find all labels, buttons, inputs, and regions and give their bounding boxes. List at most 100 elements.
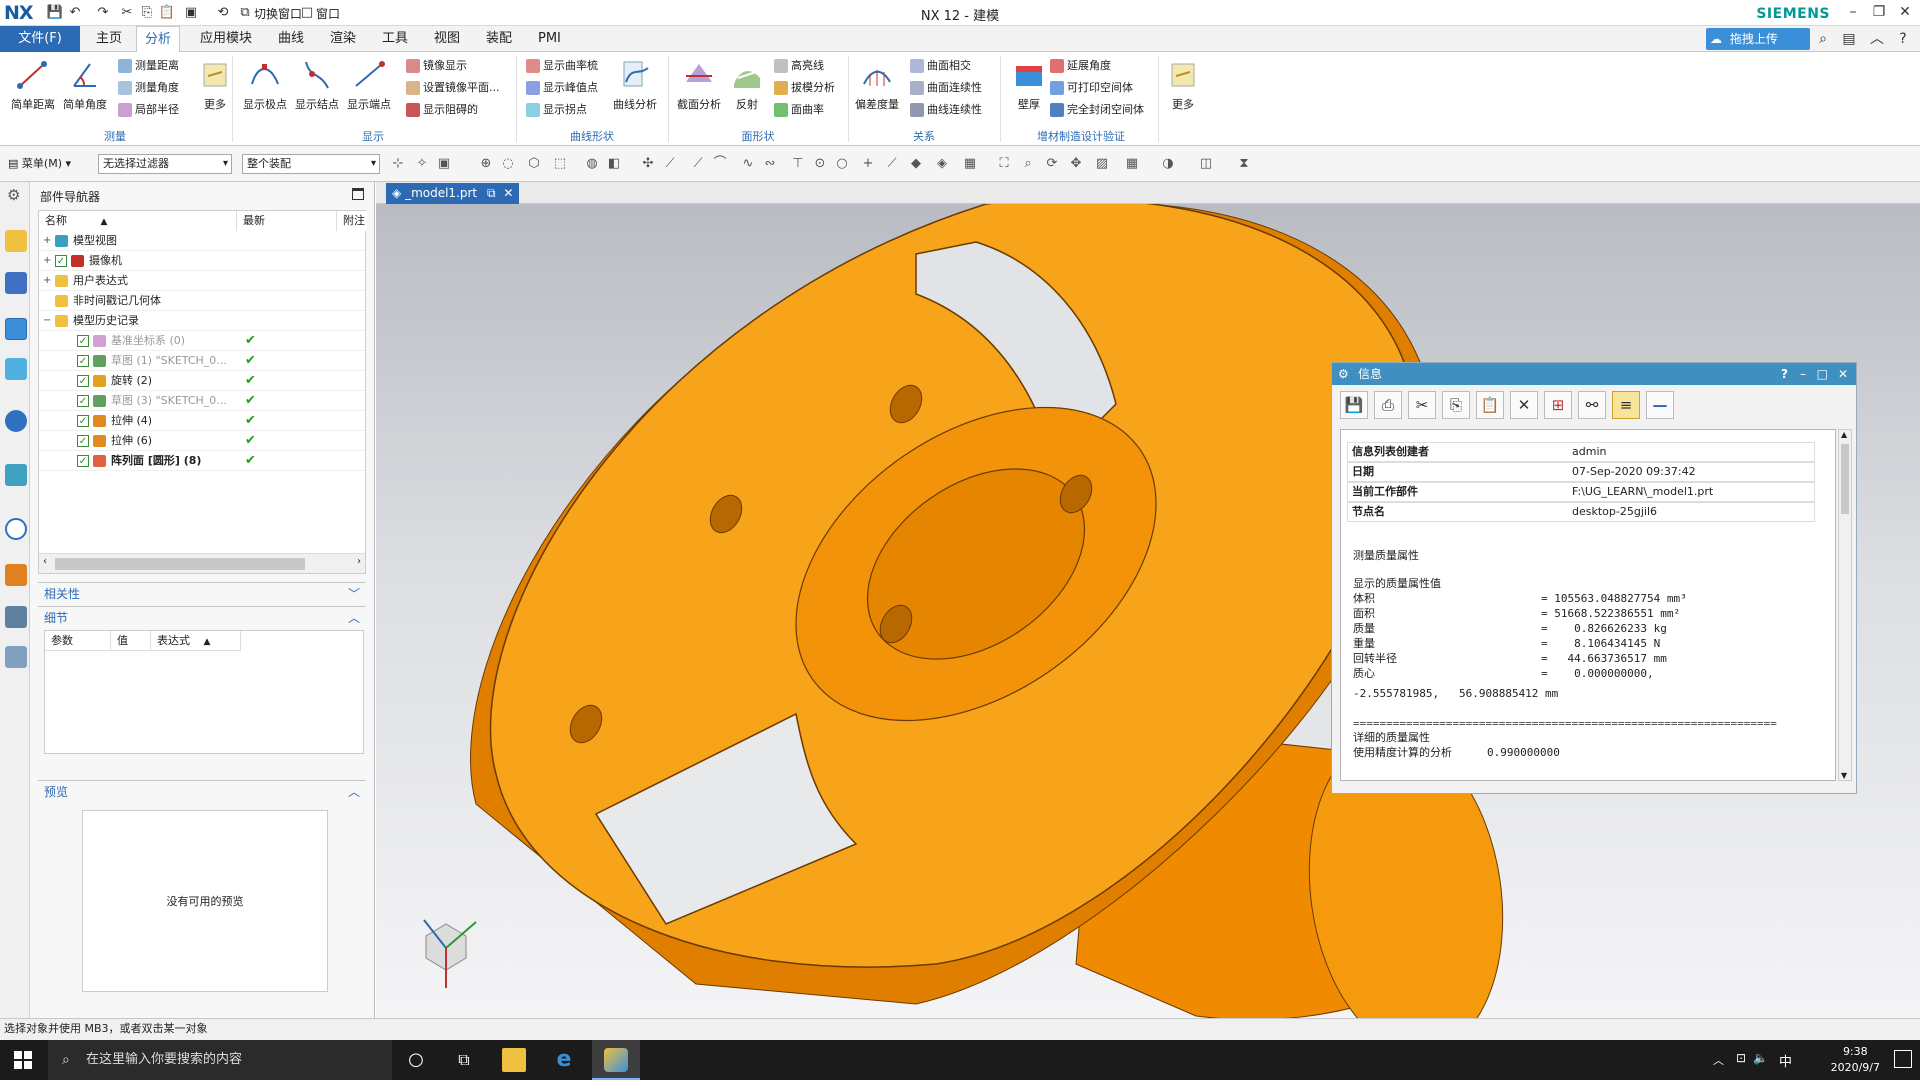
show-knots-button[interactable]: 显示结点: [294, 58, 340, 112]
web-browser-icon[interactable]: [5, 464, 27, 486]
column-value[interactable]: 值: [111, 631, 151, 651]
zoom-icon[interactable]: ⌕: [1020, 156, 1036, 172]
snap-point-icon[interactable]: ⊕: [478, 156, 494, 172]
show-ends-button[interactable]: 显示端点: [346, 58, 392, 112]
network-icon[interactable]: ⊡: [1736, 1051, 1746, 1065]
copy-icon[interactable]: ⎘: [1442, 391, 1470, 419]
rectangle-select-icon[interactable]: ▣: [436, 156, 452, 172]
highlight-lines-button[interactable]: 高亮线: [774, 56, 824, 76]
snap-curve-icon[interactable]: ⌒: [712, 156, 728, 172]
tab-menu-icon[interactable]: ⧉: [487, 186, 496, 200]
document-tab[interactable]: ◈ _model1.prt ⧉ ✕: [386, 183, 520, 204]
window-icon[interactable]: □: [298, 4, 316, 22]
part-navigator-icon[interactable]: [5, 318, 27, 340]
file-menu[interactable]: 文件(F): [0, 26, 80, 52]
visibility-checkbox[interactable]: ✓: [55, 255, 67, 267]
expand-icon[interactable]: +: [43, 251, 53, 271]
system-materials-icon[interactable]: [5, 646, 27, 668]
draft-analysis-button[interactable]: 拔模分析: [774, 78, 835, 98]
edge-browser-icon[interactable]: e: [552, 1048, 576, 1072]
cortana-icon[interactable]: ○: [404, 1048, 428, 1072]
settings-icon[interactable]: ⚙: [7, 186, 20, 204]
window-menu-button[interactable]: 窗口: [316, 5, 340, 22]
tree-row[interactable]: − 模型历史记录: [39, 311, 365, 331]
expand-icon[interactable]: +: [43, 271, 53, 291]
lasso-icon[interactable]: ◌: [500, 156, 516, 172]
visibility-checkbox[interactable]: ✓: [77, 355, 89, 367]
save-icon[interactable]: 💾: [46, 4, 64, 22]
tab-curve[interactable]: 曲线: [270, 26, 312, 52]
rotate-view-icon[interactable]: ⟳: [1044, 156, 1060, 172]
ime-indicator[interactable]: 中: [1779, 1051, 1792, 1070]
curve-analysis-button[interactable]: 曲线分析: [612, 58, 658, 112]
overhang-angle-button[interactable]: 延展角度: [1050, 56, 1111, 76]
scroll-left-icon[interactable]: ‹: [43, 556, 47, 567]
snap-grid-icon[interactable]: ✣: [640, 156, 656, 172]
perspective-icon[interactable]: ▨: [1094, 156, 1110, 172]
scroll-right-icon[interactable]: ›: [357, 556, 361, 567]
tab-tools[interactable]: 工具: [374, 26, 416, 52]
pan-icon[interactable]: ✥: [1068, 156, 1084, 172]
simple-angle-button[interactable]: 简单角度: [62, 58, 108, 112]
notification-icon[interactable]: [1894, 1050, 1912, 1068]
info-text-area[interactable]: 信息列表创建者 admin 日期 07-Sep-2020 09:37:42 当前工作…: [1340, 429, 1836, 781]
snap-midpoint-icon[interactable]: ⟋: [690, 156, 706, 172]
dependencies-panel-header[interactable]: 相关性 ﹀: [38, 582, 366, 604]
process-studio-icon[interactable]: [5, 564, 27, 586]
minimize-icon[interactable]: –: [1800, 363, 1806, 385]
taskbar-search[interactable]: ⌕ 在这里输入你要搜索的内容: [48, 1040, 392, 1080]
collapse-ribbon-icon[interactable]: ︿: [1864, 29, 1890, 49]
tree-row[interactable]: ✓ 拉伸 (6) ✔: [39, 431, 365, 451]
selection-filter-dropdown[interactable]: 无选择过滤器: [98, 154, 232, 174]
redo-icon[interactable]: ↷: [94, 4, 112, 22]
command-search-icon[interactable]: ⌕: [1810, 29, 1836, 49]
help-icon[interactable]: ?: [1781, 363, 1788, 385]
simple-distance-button[interactable]: 简单距离: [10, 58, 56, 112]
tab-assembly[interactable]: 装配: [478, 26, 520, 52]
snap-circle-icon[interactable]: ○: [834, 156, 850, 172]
wall-thickness-button[interactable]: 壁厚: [1006, 58, 1052, 112]
repeat-command-icon[interactable]: ⟲: [214, 4, 232, 22]
select-icon[interactable]: ⊹: [390, 156, 406, 172]
details-panel-header[interactable]: 细节 ︿: [38, 606, 366, 628]
cube-view-icon[interactable]: ◧: [606, 156, 622, 172]
nx-taskbar-button[interactable]: [592, 1040, 640, 1080]
horizontal-scrollbar[interactable]: ‹ ›: [39, 553, 365, 573]
tab-close-icon[interactable]: ✕: [503, 186, 513, 200]
tab-application[interactable]: 应用模块: [192, 26, 260, 52]
shaded-view-icon[interactable]: ◍: [584, 156, 600, 172]
visibility-checkbox[interactable]: ✓: [77, 415, 89, 427]
close-icon[interactable]: ✕: [1838, 363, 1848, 385]
reflection-button[interactable]: 反射: [724, 58, 770, 112]
tree-row[interactable]: + ✓ 摄像机: [39, 251, 365, 271]
tab-view[interactable]: 视图: [426, 26, 468, 52]
enclosed-void-button[interactable]: 完全封闭空间体: [1050, 100, 1144, 120]
snap-bounded-icon[interactable]: ▦: [962, 156, 978, 172]
collapse-icon[interactable]: —: [1646, 391, 1674, 419]
orient-view-icon[interactable]: ◫: [1198, 156, 1214, 172]
select-all-icon[interactable]: ✧: [414, 156, 430, 172]
assembly-navigator-icon[interactable]: [5, 230, 27, 252]
scroll-down-icon[interactable]: ▼: [1841, 771, 1847, 780]
cut-icon[interactable]: ✂: [1408, 391, 1436, 419]
face-curvature-button[interactable]: 面曲率: [774, 100, 824, 120]
find-icon[interactable]: ⊞: [1544, 391, 1572, 419]
scroll-thumb[interactable]: [1841, 444, 1849, 514]
local-radius-button[interactable]: 局部半径: [118, 100, 179, 120]
scroll-up-icon[interactable]: ▲: [1841, 430, 1847, 439]
file-explorer-icon[interactable]: [502, 1048, 526, 1072]
ribbon-options-icon[interactable]: ▤: [1836, 29, 1862, 49]
snap-line-icon[interactable]: ⟋: [662, 156, 678, 172]
ribbon-more-button[interactable]: 更多: [1160, 58, 1206, 112]
snap-face-icon[interactable]: ◆: [908, 156, 924, 172]
show-poles-button[interactable]: 显示极点: [242, 58, 288, 112]
windows-start-icon[interactable]: [14, 1051, 32, 1069]
undo-icon[interactable]: ↶: [66, 4, 84, 22]
tree-row[interactable]: ✓ 基准坐标系 (0) ✔: [39, 331, 365, 351]
paste-icon[interactable]: 📋: [1476, 391, 1504, 419]
tree-row[interactable]: ✓ 草图 (3) "SKETCH_0... ✔: [39, 391, 365, 411]
visibility-checkbox[interactable]: ✓: [77, 375, 89, 387]
preview-panel-header[interactable]: 预览 ︿: [38, 780, 366, 802]
tab-pmi[interactable]: PMI: [530, 26, 569, 52]
curve-continuity-button[interactable]: 曲线连续性: [910, 100, 982, 120]
